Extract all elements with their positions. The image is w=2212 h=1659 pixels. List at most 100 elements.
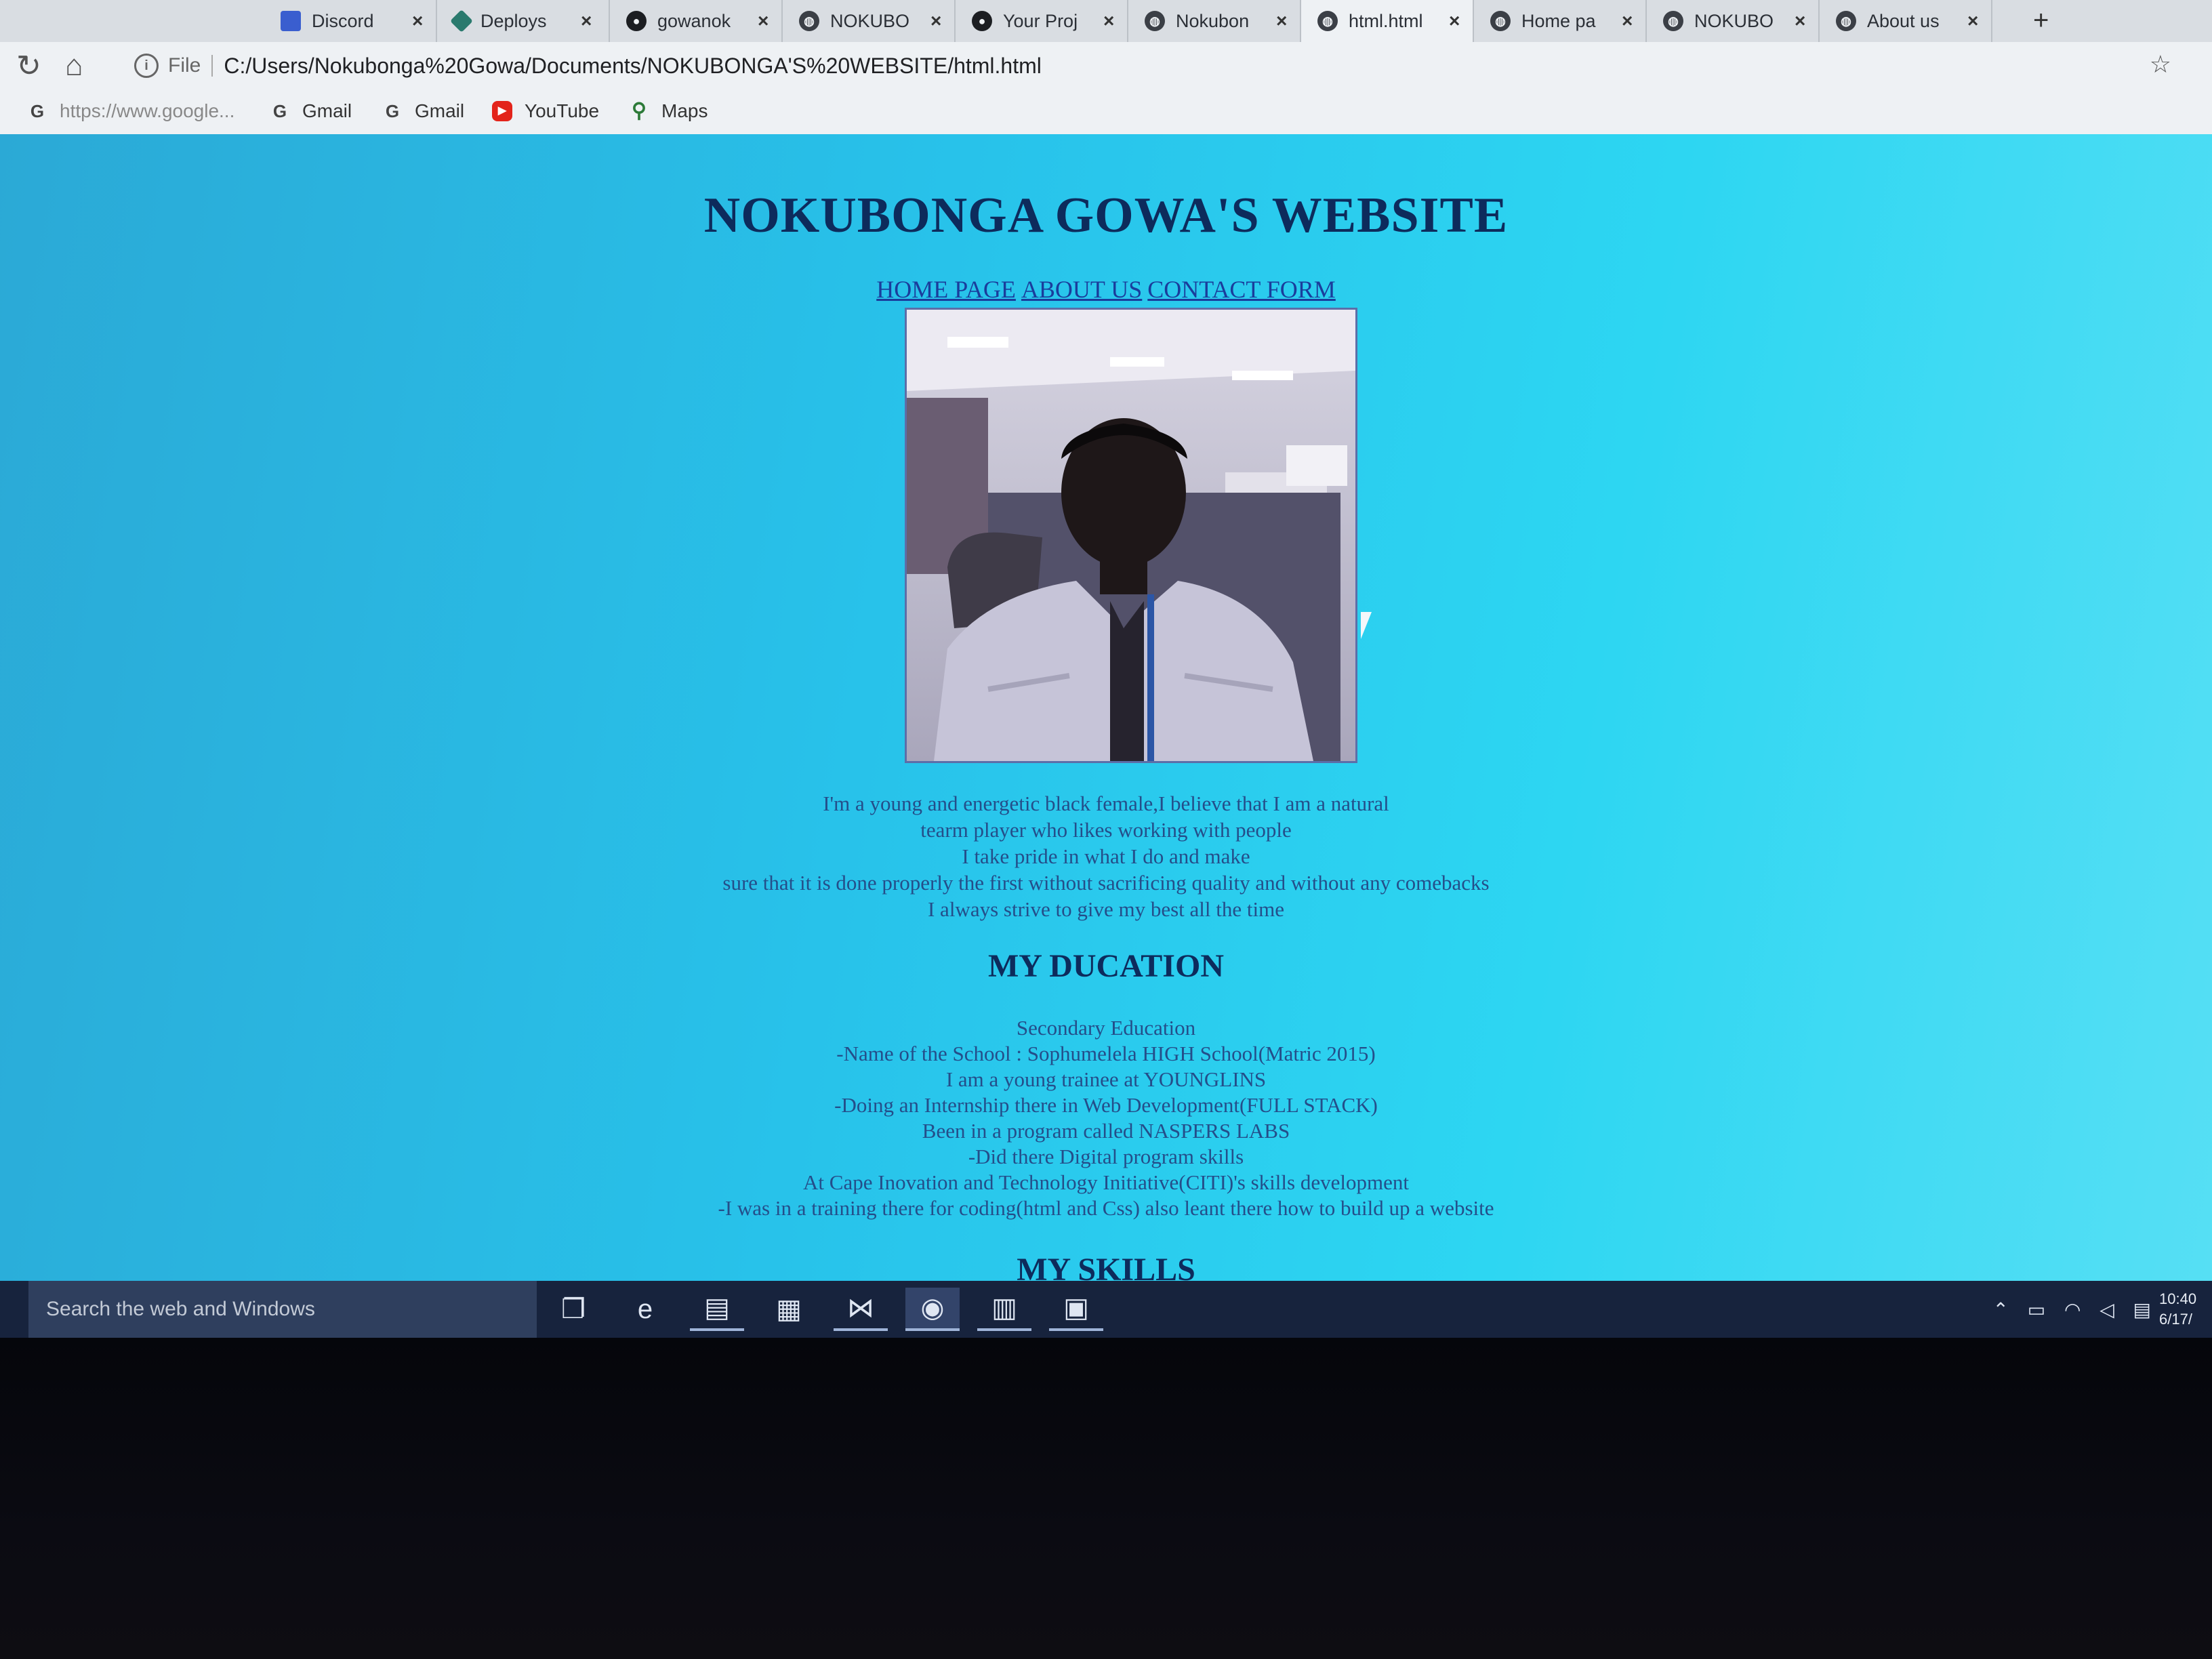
deploys-icon bbox=[450, 9, 473, 33]
app-window-icon[interactable]: ▣ bbox=[1049, 1288, 1103, 1331]
tab-label: Deploys bbox=[480, 10, 547, 31]
close-icon[interactable]: × bbox=[930, 10, 941, 32]
taskbar-clock[interactable]: 10:40 6/17/ bbox=[2159, 1289, 2207, 1330]
education-line: At Cape Inovation and Technology Initiat… bbox=[803, 1170, 1409, 1194]
scheme-label: File bbox=[168, 54, 201, 77]
url-text[interactable]: C:/Users/Nokubonga%20Gowa/Documents/NOKU… bbox=[224, 54, 1042, 79]
close-icon[interactable]: × bbox=[1795, 10, 1805, 32]
education-line: -Name of the School : Sophumelela HIGH S… bbox=[836, 1042, 1376, 1065]
clock-date: 6/17/ bbox=[2159, 1311, 2192, 1328]
taskbar-search-box[interactable]: Search the web and Windows bbox=[28, 1281, 537, 1338]
bio-line: I'm a young and energetic black female,I… bbox=[823, 792, 1389, 815]
maps-pin-icon: ⚲ bbox=[632, 100, 647, 122]
close-icon[interactable]: × bbox=[758, 10, 769, 32]
edge-icon[interactable]: e bbox=[618, 1288, 672, 1331]
education-line: I am a young trainee at YOUNGLINS bbox=[945, 1067, 1267, 1091]
google-icon: G bbox=[385, 101, 400, 121]
google-icon: G bbox=[30, 101, 45, 121]
battery-icon[interactable]: ▭ bbox=[2028, 1298, 2045, 1321]
tab-home-page[interactable]: ◍ Home pa × bbox=[1474, 0, 1647, 42]
tab-nokubon[interactable]: ◍ Nokubon × bbox=[1128, 0, 1301, 42]
tab-nokubo-2[interactable]: ◍ NOKUBO × bbox=[1647, 0, 1820, 42]
tab-html-html[interactable]: ◍ html.html × bbox=[1301, 0, 1474, 42]
notepad-icon[interactable]: ▥ bbox=[977, 1288, 1031, 1331]
tab-label: Nokubon bbox=[1176, 10, 1250, 31]
close-icon[interactable]: × bbox=[1449, 10, 1460, 32]
nav-link-home-page[interactable]: HOME PAGE bbox=[876, 276, 1016, 303]
nav-link-about-us[interactable]: ABOUT US bbox=[1021, 276, 1142, 303]
tab-about-us[interactable]: ◍ About us × bbox=[1820, 0, 1992, 42]
globe-icon: ◍ bbox=[1145, 11, 1165, 31]
github-icon: ● bbox=[972, 11, 992, 31]
education-line: Secondary Education bbox=[1016, 1016, 1196, 1040]
bookmark-youtube[interactable]: ▶ YouTube bbox=[492, 96, 599, 126]
tab-label: Your Proj bbox=[1003, 10, 1078, 31]
home-icon[interactable]: ⌂ bbox=[65, 49, 83, 83]
search-placeholder: Search the web and Windows bbox=[46, 1298, 315, 1320]
tab-discord[interactable]: Discord × bbox=[264, 0, 437, 42]
bookmark-label: Gmail bbox=[415, 100, 465, 121]
profile-photo bbox=[905, 308, 1357, 763]
browser-toolbar: ↻ ⌂ i File C:/Users/Nokubonga%20Gowa/Doc… bbox=[0, 42, 2212, 90]
store-icon[interactable]: ▦ bbox=[762, 1288, 816, 1331]
system-tray: ⌃ ▭ ◠ ◁ ▤ bbox=[1986, 1298, 2158, 1321]
file-explorer-icon[interactable]: ▤ bbox=[690, 1288, 744, 1331]
youtube-icon: ▶ bbox=[492, 101, 512, 121]
globe-icon: ◍ bbox=[799, 11, 819, 31]
bookmark-label: https://www.google... bbox=[60, 100, 235, 121]
notifications-icon[interactable]: ▤ bbox=[2133, 1298, 2151, 1321]
globe-icon: ◍ bbox=[1317, 11, 1338, 31]
tab-label: About us bbox=[1867, 10, 1940, 31]
close-icon[interactable]: × bbox=[412, 10, 423, 32]
education-line: -I was in a training there for coding(ht… bbox=[718, 1196, 1494, 1220]
tab-deploys[interactable]: Deploys × bbox=[437, 0, 610, 42]
new-tab-button[interactable]: + bbox=[2033, 5, 2049, 36]
mouse-cursor-icon bbox=[1361, 612, 1372, 639]
education-line: Been in a program called NASPERS LABS bbox=[922, 1119, 1290, 1143]
bookmark-gmail-2[interactable]: G Gmail bbox=[382, 96, 464, 126]
tab-nokubo-1[interactable]: ◍ NOKUBO × bbox=[783, 0, 956, 42]
tab-label: html.html bbox=[1349, 10, 1423, 31]
close-icon[interactable]: × bbox=[1622, 10, 1633, 32]
chrome-icon[interactable]: ◉ bbox=[905, 1288, 960, 1331]
bookmark-star-icon[interactable]: ☆ bbox=[2150, 50, 2171, 79]
bookmark-maps[interactable]: ⚲ Maps bbox=[629, 96, 708, 126]
divider bbox=[211, 55, 213, 77]
tab-your-project[interactable]: ● Your Proj × bbox=[956, 0, 1128, 42]
task-view-icon[interactable]: ❐ bbox=[546, 1288, 600, 1331]
chevron-up-icon[interactable]: ⌃ bbox=[1992, 1298, 2008, 1321]
bio-text: I'm a young and energetic black female,I… bbox=[0, 790, 2212, 922]
bookmark-label: YouTube bbox=[525, 100, 600, 121]
close-icon[interactable]: × bbox=[1103, 10, 1114, 32]
education-heading: MY DUCATION bbox=[988, 948, 1224, 984]
bookmark-google[interactable]: G https://www.google... bbox=[27, 96, 234, 126]
address-bar[interactable]: i File C:/Users/Nokubonga%20Gowa/Documen… bbox=[122, 47, 2128, 84]
clock-time: 10:40 bbox=[2159, 1290, 2197, 1307]
vscode-icon[interactable]: ⋈ bbox=[834, 1288, 888, 1331]
bookmark-gmail-1[interactable]: G Gmail bbox=[270, 96, 352, 126]
tab-label: NOKUBO bbox=[830, 10, 910, 31]
nav-link-contact-form[interactable]: CONTACT FORM bbox=[1147, 276, 1336, 303]
bio-line: tearm player who likes working with peop… bbox=[920, 818, 1292, 842]
volume-icon[interactable]: ◁ bbox=[2100, 1298, 2114, 1321]
info-icon[interactable]: i bbox=[134, 54, 159, 78]
reload-icon[interactable]: ↻ bbox=[16, 49, 41, 83]
bio-line: I always strive to give my best all the … bbox=[927, 897, 1285, 921]
page-viewport[interactable]: NOKUBONGA GOWA'S WEBSITE HOME PAGE ABOUT … bbox=[0, 134, 2212, 1281]
windows-taskbar: Search the web and Windows ❐ e ▤ ▦ ⋈ ◉ ▥… bbox=[0, 1281, 2212, 1338]
bio-line: I take pride in what I do and make bbox=[962, 844, 1250, 868]
education-text: Secondary Education -Name of the School … bbox=[0, 1015, 2212, 1221]
wifi-icon[interactable]: ◠ bbox=[2064, 1298, 2081, 1321]
tab-gowanok[interactable]: ● gowanok × bbox=[610, 0, 783, 42]
github-icon: ● bbox=[626, 11, 647, 31]
close-icon[interactable]: × bbox=[1276, 10, 1287, 32]
bookmarks-bar: G https://www.google... G Gmail G Gmail … bbox=[0, 89, 2212, 136]
close-icon[interactable]: × bbox=[1967, 10, 1978, 32]
skills-heading: MY SKILLS bbox=[1017, 1252, 1195, 1281]
monitor-bezel bbox=[0, 1338, 2212, 1659]
close-icon[interactable]: × bbox=[581, 10, 592, 32]
education-line: -Doing an Internship there in Web Develo… bbox=[834, 1093, 1378, 1117]
site-nav: HOME PAGE ABOUT US CONTACT FORM bbox=[0, 275, 2212, 304]
tab-label: NOKUBO bbox=[1694, 10, 1774, 31]
bookmark-label: Maps bbox=[661, 100, 708, 121]
